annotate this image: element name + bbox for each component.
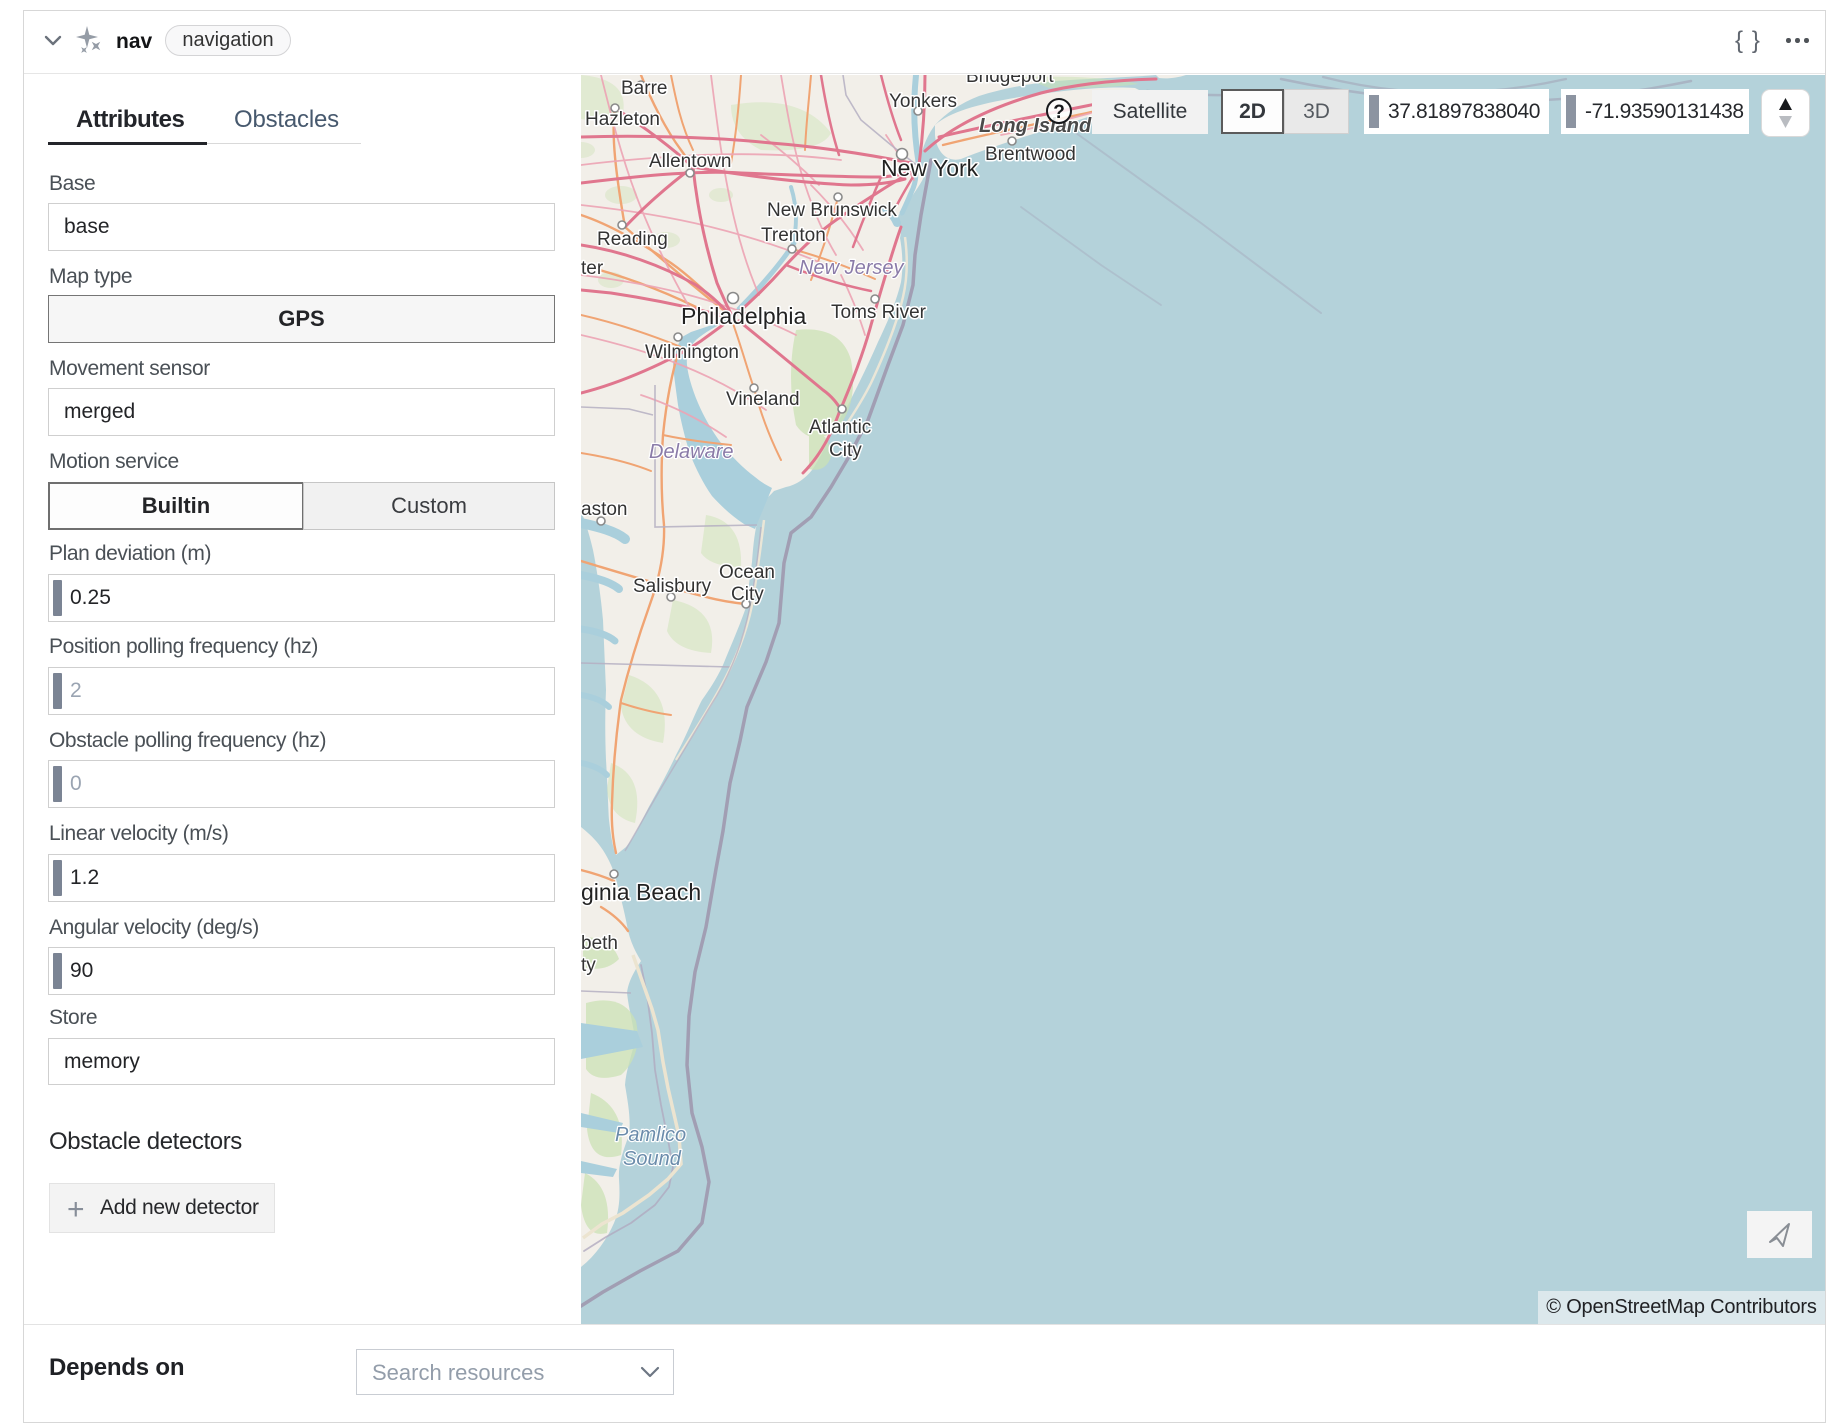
svg-text:Atlantic: Atlantic [809,417,871,438]
svg-text:Allentown: Allentown [649,151,731,172]
svg-text:New York: New York [881,155,979,181]
svg-text:aston: aston [581,499,627,520]
svg-text:Pamlico: Pamlico [615,1124,686,1146]
svg-text:Sound: Sound [623,1148,682,1170]
svg-text:Toms River: Toms River [831,302,927,323]
svg-text:Reading: Reading [597,229,668,250]
svg-text:Hazleton: Hazleton [585,109,660,130]
svg-text:Long Island: Long Island [979,115,1092,137]
svg-text:Ocean: Ocean [719,562,775,583]
svg-text:Wilmington: Wilmington [645,342,739,363]
svg-text:Salisbury: Salisbury [633,576,712,597]
svg-text:ginia Beach: ginia Beach [581,879,701,905]
svg-text:City: City [829,440,862,461]
svg-text:Yonkers: Yonkers [889,91,957,112]
svg-text:New Jersey: New Jersey [799,257,904,279]
svg-text:Brentwood: Brentwood [985,144,1076,165]
svg-text:City: City [731,584,764,605]
svg-text:Barre: Barre [621,78,667,99]
svg-text:Trenton: Trenton [761,225,826,246]
svg-text:Bridgeport: Bridgeport [966,75,1054,87]
svg-text:Vineland: Vineland [726,389,800,410]
svg-text:Philadelphia: Philadelphia [681,303,807,329]
svg-text:ter: ter [581,258,604,279]
svg-text:Delaware: Delaware [649,441,733,463]
svg-text:beth: beth [581,933,618,954]
svg-text:New Brunswick: New Brunswick [767,200,897,221]
svg-text:ty: ty [581,955,596,976]
